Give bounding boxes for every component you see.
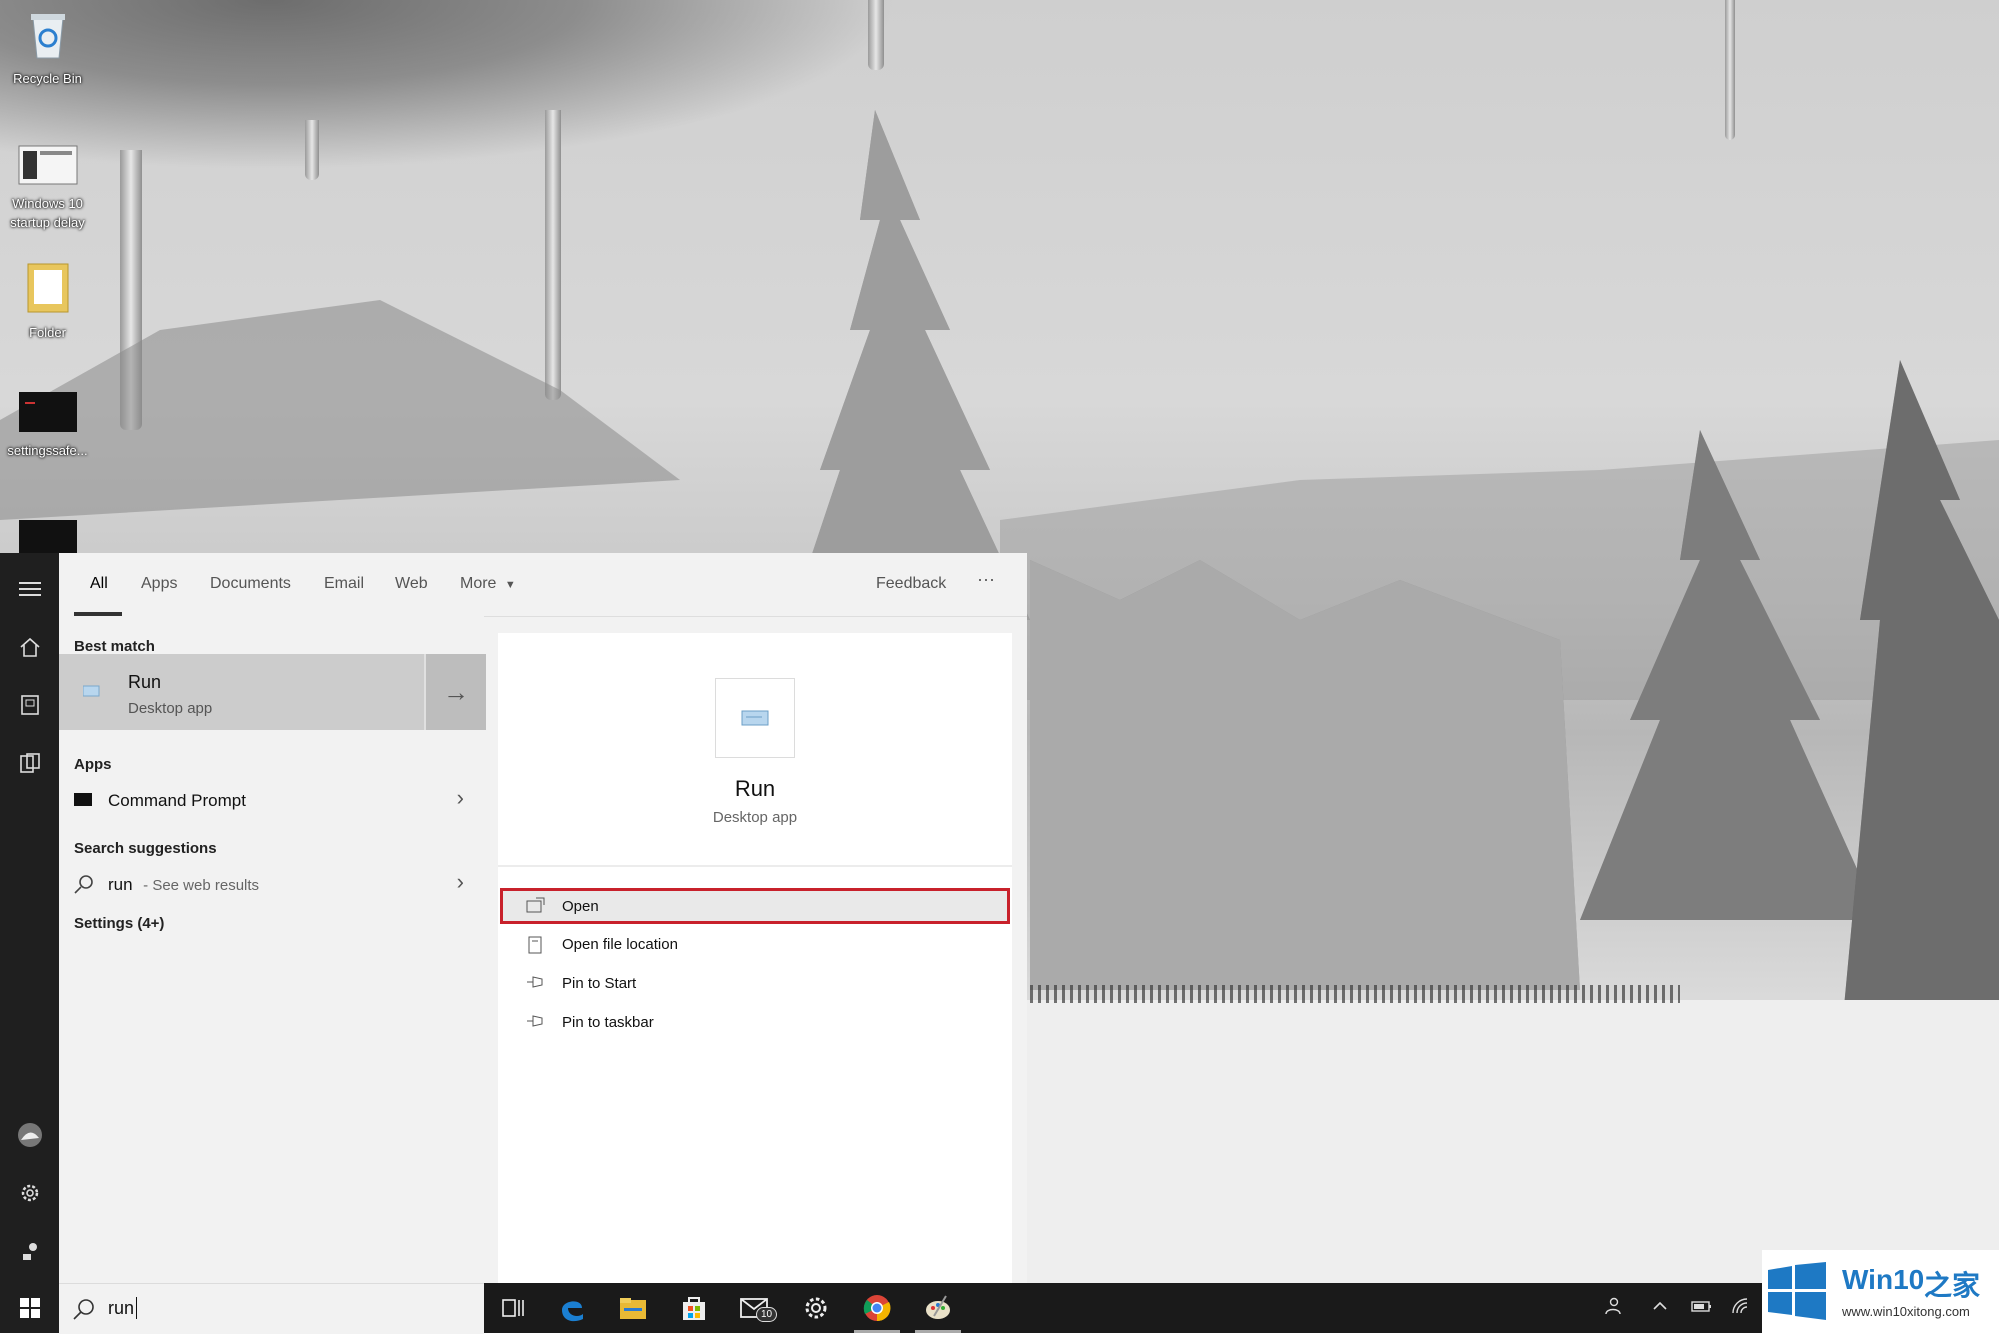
watermark-url: www.win10xitong.com	[1842, 1304, 1970, 1319]
preview-subtitle: Desktop app	[712, 809, 798, 826]
wifi-icon[interactable]	[1731, 1297, 1751, 1320]
pin-icon	[526, 975, 544, 991]
mail-badge: 10	[756, 1307, 778, 1322]
action-pin-to-taskbar[interactable]: Pin to taskbar	[500, 1005, 1010, 1041]
search-tabs: All Apps Documents Email Web More ▼ Feed…	[59, 553, 1027, 617]
run-app-icon-large	[715, 678, 795, 758]
watermark-brand: Win10	[1842, 1264, 1925, 1295]
results-list: Best match Run Desktop app → Apps Comman…	[59, 616, 486, 1283]
action-open[interactable]: Open	[500, 888, 1010, 924]
battery-icon[interactable]	[1691, 1297, 1713, 1320]
search-suggestions-header: Search suggestions	[74, 840, 217, 857]
chrome-icon[interactable]	[860, 1291, 894, 1325]
folder-icon	[0, 258, 95, 319]
best-match-subtitle: Desktop app	[128, 700, 213, 717]
file-explorer-icon[interactable]	[616, 1291, 650, 1325]
pin-icon	[526, 1014, 544, 1030]
open-window-icon	[526, 897, 545, 913]
app-command-prompt[interactable]: Command Prompt ›	[59, 780, 484, 820]
desktop-icon-folder[interactable]: Folder	[0, 258, 95, 342]
watermark-brand-suffix: 之家	[1924, 1270, 1981, 1301]
command-prompt-icon	[74, 793, 92, 806]
chevron-right-icon[interactable]: ›	[457, 869, 464, 895]
screenshot-file-icon	[0, 145, 95, 190]
tab-apps[interactable]: Apps	[141, 575, 177, 593]
windows-logo-icon	[1768, 1262, 1826, 1325]
desktop-icon-label: Windows 10 startup delay	[10, 196, 85, 230]
tab-documents[interactable]: Documents	[210, 575, 291, 593]
people-icon[interactable]	[1602, 1297, 1622, 1320]
tab-more[interactable]: More ▼	[460, 575, 516, 593]
best-match-header: Best match	[74, 638, 155, 655]
tab-web[interactable]: Web	[395, 575, 428, 593]
documents-icon[interactable]	[0, 681, 59, 729]
arrow-right-icon: →	[443, 676, 469, 707]
search-icon	[74, 874, 94, 899]
watermark-logo: Win10 之家 www.win10xitong.com	[1762, 1250, 1999, 1333]
edge-icon[interactable]	[555, 1291, 589, 1325]
best-match-title: Run	[128, 672, 162, 692]
preview-title: Run	[734, 776, 776, 801]
text-caret	[136, 1297, 137, 1319]
action-pin-to-start[interactable]: Pin to Start	[500, 966, 1010, 1002]
store-icon[interactable]	[677, 1291, 711, 1325]
more-options-button[interactable]: ···	[977, 569, 995, 590]
chevron-right-icon[interactable]: ›	[457, 785, 464, 811]
run-app-icon	[82, 684, 101, 703]
action-open-file-location[interactable]: Open file location	[500, 927, 1010, 963]
desktop-icon-label: Recycle Bin	[13, 71, 82, 86]
suggestion-run-web[interactable]: run - See web results ›	[59, 864, 484, 904]
preview-pane: Run Desktop app Open Open file location …	[498, 633, 1012, 1283]
best-match-run[interactable]: Run Desktop app	[59, 654, 424, 730]
task-view-icon[interactable]	[496, 1291, 530, 1325]
apps-header: Apps	[74, 756, 112, 773]
user-accounts-icon[interactable]	[0, 1227, 59, 1275]
paint-icon[interactable]	[921, 1291, 955, 1325]
desktop-icon-settingssafe[interactable]: settingssafe...	[0, 392, 95, 460]
search-icon	[73, 1298, 95, 1325]
settings-gear-icon[interactable]	[0, 1169, 59, 1217]
feedback-link[interactable]: Feedback	[876, 575, 946, 593]
dark-file-icon	[0, 392, 95, 437]
desktop-icon-windows-10-startup-delay[interactable]: Windows 10 startup delay	[0, 145, 95, 232]
tab-all[interactable]: All	[90, 575, 108, 593]
tab-email[interactable]: Email	[324, 575, 364, 593]
desktop-icon-label: settingssafe...	[7, 443, 88, 458]
apps-icon[interactable]	[0, 739, 59, 787]
action-label: Pin to Start	[562, 975, 637, 992]
action-label: Open file location	[562, 936, 678, 953]
tab-more-label: More	[460, 575, 497, 592]
windows-start-icon[interactable]	[0, 1283, 59, 1333]
desktop-icon-recycle-bin[interactable]: Recycle Bin	[0, 8, 95, 88]
desktop-icon-label: Folder	[29, 325, 66, 340]
fence	[1030, 985, 1680, 1003]
divider	[498, 865, 1012, 867]
home-icon[interactable]	[0, 623, 59, 671]
user-avatar-icon[interactable]	[0, 1111, 59, 1159]
action-label: Open	[562, 898, 599, 915]
search-box[interactable]: run	[59, 1283, 484, 1334]
settings-header[interactable]: Settings (4+)	[74, 915, 164, 932]
app-label: Command Prompt	[108, 791, 246, 810]
file-location-icon	[526, 936, 544, 954]
suggestion-term: run	[108, 875, 133, 894]
chevron-up-icon[interactable]	[1651, 1297, 1669, 1320]
menu-icon[interactable]	[0, 565, 59, 613]
search-input[interactable]: run	[108, 1298, 134, 1319]
suggestion-suffix: - See web results	[139, 877, 260, 894]
start-menu-rail	[0, 553, 59, 1333]
settings-gear-icon[interactable]	[799, 1291, 833, 1325]
caret-down-icon: ▼	[504, 579, 516, 591]
action-label: Pin to taskbar	[562, 1014, 654, 1031]
search-panel: All Apps Documents Email Web More ▼ Feed…	[59, 553, 1027, 1283]
mail-icon[interactable]: 10	[738, 1291, 778, 1325]
best-match-expand-button[interactable]: →	[424, 654, 486, 730]
recycle-bin-icon	[0, 8, 95, 65]
